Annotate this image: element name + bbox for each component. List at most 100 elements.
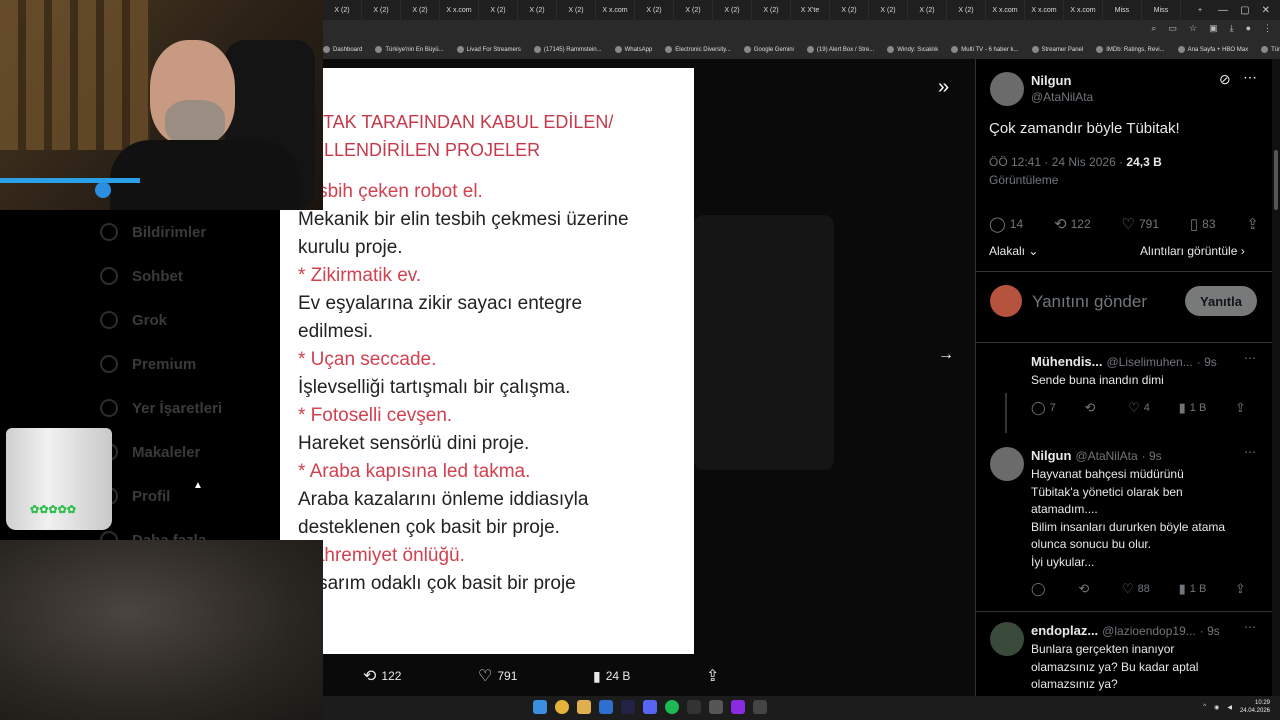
retweet-button[interactable]: ⟲: [1078, 581, 1093, 597]
browser-tab[interactable]: X x.com: [440, 0, 479, 20]
collapse-panel-icon[interactable]: »: [938, 76, 949, 99]
avatar[interactable]: [990, 72, 1024, 106]
browser-tab[interactable]: X (2): [713, 0, 752, 20]
browser-tab[interactable]: X x.com: [1064, 0, 1103, 20]
app-icon[interactable]: [599, 700, 613, 714]
browser-tab[interactable]: X (2): [323, 0, 362, 20]
more-icon[interactable]: ⋯: [1244, 351, 1256, 365]
reply-time[interactable]: · 9s: [1197, 355, 1217, 369]
media-retweet-button[interactable]: ⟲ 122: [363, 666, 401, 686]
browser-tab[interactable]: X (2): [635, 0, 674, 20]
like-button[interactable]: ♡ 4: [1128, 400, 1150, 416]
app-icon[interactable]: [753, 700, 767, 714]
reply-author-handle[interactable]: @Liselimuhen...: [1107, 355, 1193, 369]
nav-item[interactable]: Grok: [100, 298, 300, 342]
share-button[interactable]: ⇪: [1235, 581, 1246, 597]
browser-tab[interactable]: X (2): [908, 0, 947, 20]
reply-author-name[interactable]: Mühendis...: [1031, 354, 1103, 369]
spotify-icon[interactable]: [665, 700, 679, 714]
maximize-icon[interactable]: ▢: [1240, 5, 1249, 16]
share-button[interactable]: ⇪: [1246, 215, 1259, 233]
reply-input[interactable]: Yanıtını gönder: [1032, 292, 1147, 312]
new-tab-button[interactable]: +: [1181, 0, 1220, 20]
browser-tab[interactable]: X x.com: [986, 0, 1025, 20]
browser-tab[interactable]: X (2): [479, 0, 518, 20]
clock[interactable]: 10:29 24.04.2026: [1240, 699, 1270, 715]
browser-tab[interactable]: X (2): [362, 0, 401, 20]
bookmark-item[interactable]: Türkiye'nin En Büyü...: [375, 46, 444, 53]
bookmark-item[interactable]: IMDb: Ratings, Revi...: [1096, 46, 1165, 53]
discord-icon[interactable]: [643, 700, 657, 714]
steam-icon[interactable]: [621, 700, 635, 714]
menu-icon[interactable]: ⋮: [1263, 23, 1272, 34]
chevron-up-icon[interactable]: ^: [1203, 704, 1206, 710]
browser-tab[interactable]: X (2): [830, 0, 869, 20]
bookmark-item[interactable]: WhatsApp: [614, 46, 652, 53]
browser-tab[interactable]: X (2): [674, 0, 713, 20]
nav-item[interactable]: Sohbet: [100, 254, 300, 298]
share-button[interactable]: ⇪: [1235, 400, 1246, 416]
address-bar[interactable]: [323, 20, 1280, 40]
views-button[interactable]: ▮ 1 B: [1179, 400, 1207, 416]
cast-icon[interactable]: ▭: [1168, 23, 1177, 34]
chrome-icon[interactable]: [555, 700, 569, 714]
media-views-button[interactable]: ▮ 24 B: [593, 668, 630, 685]
bookmark-item[interactable]: (19) Alert Box / Stre...: [806, 46, 874, 53]
browser-tab[interactable]: X (2): [869, 0, 908, 20]
next-media-icon[interactable]: →: [938, 346, 954, 364]
extensions-icon[interactable]: ▣: [1209, 23, 1218, 34]
browser-tab[interactable]: X X'te: [791, 0, 830, 20]
more-icon[interactable]: ⋯: [1244, 445, 1256, 459]
browser-tab[interactable]: X (2): [557, 0, 596, 20]
bookmark-item[interactable]: Dashboard: [323, 46, 362, 53]
browser-tab[interactable]: X x.com: [1025, 0, 1064, 20]
reply-author-handle[interactable]: @lazioendop19...: [1102, 624, 1196, 638]
epic-icon[interactable]: [687, 700, 701, 714]
browser-tab[interactable]: X (2): [752, 0, 791, 20]
retweet-button[interactable]: ⟲: [1084, 400, 1099, 416]
nav-item[interactable]: Premium: [100, 342, 300, 386]
avatar[interactable]: [990, 622, 1024, 656]
nav-item[interactable]: Makaleler: [100, 430, 300, 474]
folder-icon[interactable]: [577, 700, 591, 714]
reply-author-name[interactable]: Nilgun: [1031, 448, 1071, 463]
search-icon[interactable]: ⌕: [1151, 23, 1156, 34]
grok-icon[interactable]: ⊘: [1219, 71, 1231, 88]
reply-item[interactable]: Mühendis... @Liselimuhen... · 9s ⋯ Sende bun…: [976, 343, 1272, 437]
view-quotes-link[interactable]: Alıntıları görüntüle ›: [1140, 244, 1245, 258]
volume-icon[interactable]: ◀: [1227, 704, 1232, 711]
reply-author-handle[interactable]: @AtaNilAta: [1075, 449, 1137, 463]
more-icon[interactable]: ⋯: [1244, 620, 1256, 634]
app-icon[interactable]: [731, 700, 745, 714]
tweet-author-handle[interactable]: @AtaNilAta: [1031, 90, 1093, 104]
profile-icon[interactable]: ●: [1246, 23, 1251, 34]
star-icon[interactable]: ☆: [1189, 23, 1197, 34]
browser-tab[interactable]: X (2): [947, 0, 986, 20]
browser-tab[interactable]: Miss: [1142, 0, 1181, 20]
bookmark-item[interactable]: Google Gemini: [743, 46, 794, 53]
like-button[interactable]: ♡ 791: [1122, 215, 1159, 233]
download-icon[interactable]: ⤓: [1230, 23, 1234, 34]
start-icon[interactable]: [533, 700, 547, 714]
bookmark-item[interactable]: Tüm Yer İşaretleri: [1261, 46, 1280, 53]
bookmark-item[interactable]: Ana Sayfa + HBO Max: [1177, 46, 1248, 53]
wifi-icon[interactable]: ◉: [1214, 704, 1219, 711]
nav-item[interactable]: Bildirimler: [100, 210, 300, 254]
views-button[interactable]: ▮ 1 B: [1179, 581, 1207, 597]
reply-item[interactable]: Nilgun @AtaNilAta · 9s ⋯ Hayvanat bahçesi mü…: [976, 437, 1272, 612]
tweet-media-image[interactable]: BİTAK TARAFINDAN KABUL EDİLEN/ DÜLLENDİR…: [280, 68, 694, 654]
browser-tab[interactable]: X (2): [518, 0, 557, 20]
bookmark-item[interactable]: Multi TV - 6 haber k...: [951, 46, 1019, 53]
bookmark-item[interactable]: Streamer Panel: [1031, 46, 1083, 53]
reply-time[interactable]: · 9s: [1200, 624, 1220, 638]
sort-dropdown[interactable]: Alakalı ⌄: [989, 244, 1038, 258]
minimize-icon[interactable]: —: [1218, 5, 1228, 16]
reply-button[interactable]: ◯: [1031, 581, 1050, 597]
media-share-button[interactable]: ⇪: [706, 666, 719, 686]
bookmark-button[interactable]: ▯ 83: [1190, 215, 1216, 233]
tweet-author-name[interactable]: Nilgun: [1031, 73, 1071, 88]
bookmark-item[interactable]: Livad For Streamers: [456, 46, 521, 53]
retweet-button[interactable]: ⟲ 122: [1054, 215, 1091, 233]
bookmark-item[interactable]: (17145) Rammstein...: [533, 46, 602, 53]
bookmark-item[interactable]: Windy: Sıcaklık: [887, 46, 938, 53]
